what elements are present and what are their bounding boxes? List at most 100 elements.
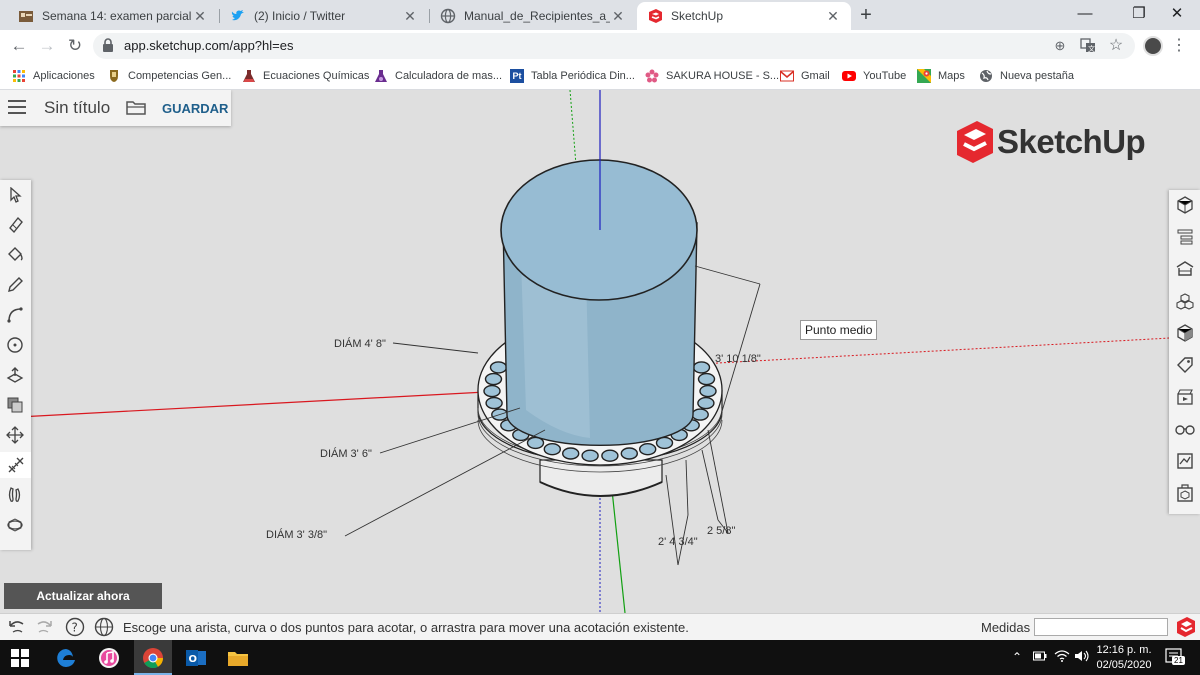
components-icon[interactable] [1174,258,1195,279]
outlook-icon[interactable]: O [184,646,208,670]
window-close-icon[interactable]: ✕ [1154,0,1200,30]
dimension-label-diam-mid[interactable]: DIÁM 3' 6" [320,448,372,460]
bookmark-tabla-periodica[interactable]: Pt Tabla Periódica Din... [510,67,635,85]
battery-icon[interactable] [1033,650,1047,664]
bolt-hole [699,384,717,398]
tab-sketchup[interactable]: SketchUp ✕ [637,2,851,30]
bookmark-aplicaciones[interactable]: Aplicaciones [12,67,95,85]
offset-tool-icon[interactable] [4,394,26,416]
measurements-input[interactable] [1034,618,1168,636]
folder-icon[interactable] [126,99,146,115]
close-icon[interactable]: ✕ [825,8,841,25]
course-icon [18,8,34,24]
dimension-label-flange-b[interactable]: 2 5/8" [707,525,735,537]
entity-info-icon[interactable] [1174,194,1195,215]
clock-time: 12:16 p. m. [1096,644,1152,656]
eraser-tool-icon[interactable] [4,214,26,236]
bolt-hole [483,384,501,398]
save-button[interactable]: GUARDAR [162,101,228,116]
tab-semana14[interactable]: Semana 14: examen parcial 2 – Pr ✕ [8,2,218,30]
windows-start-icon[interactable] [8,646,32,670]
dimension-label-flange-a[interactable]: 2' 4 3/4" [658,536,698,548]
file-explorer-icon[interactable] [226,646,250,670]
bolt-hole [485,396,503,410]
itunes-icon[interactable] [97,646,121,670]
update-now-button[interactable]: Actualizar ahora [4,583,162,609]
close-icon[interactable]: ✕ [610,8,626,25]
minimize-icon[interactable]: — [1062,0,1108,30]
status-bar: ? Escoge una arista, curva o dos puntos … [0,613,1200,640]
select-tool-icon[interactable] [4,184,26,206]
solid-inspector-icon[interactable] [1174,482,1195,503]
edge-icon[interactable] [54,646,78,670]
tab-title: Semana 14: examen parcial 2 – Pr [42,9,192,23]
close-icon[interactable]: ✕ [192,8,208,25]
arc-tool-icon[interactable] [4,304,26,326]
circle-tool-icon[interactable] [4,334,26,356]
orbit-tool-icon[interactable] [4,514,26,536]
undo-icon[interactable] [6,617,26,637]
bolt-hole [692,361,711,374]
volume-icon[interactable] [1074,650,1090,665]
dimension-label-height[interactable]: 3' 10 1/8" [715,353,761,365]
language-globe-icon[interactable] [94,617,114,637]
notification-count-badge: 21 [1172,656,1185,665]
pencil-tool-icon[interactable] [4,274,26,296]
svg-text:文: 文 [1088,44,1095,53]
move-tool-icon[interactable] [4,424,26,446]
bookmark-maps[interactable]: Maps [917,67,965,85]
document-title[interactable]: Sin título [44,98,110,118]
bookmark-ecuaciones[interactable]: Ecuaciones Químicas [242,67,369,85]
dimension-label-diam-bottom[interactable]: DIÁM 3' 3/8" [266,529,327,541]
bookmark-calculadora[interactable]: Calculadora de mas... [374,67,502,85]
sketchup-viewport[interactable]: DIÁM 4' 8" DIÁM 3' 6" DIÁM 3' 3/8" 3' 10… [0,90,1200,613]
hamburger-menu-icon[interactable] [8,100,26,116]
scenes-icon[interactable] [1174,386,1195,407]
wifi-icon[interactable] [1054,650,1070,665]
bookmark-gmail[interactable]: Gmail [780,67,830,85]
bookmark-competencias[interactable]: Competencias Gen... [107,67,231,85]
reload-icon[interactable]: ↻ [64,35,86,57]
redo-icon[interactable] [35,617,55,637]
browser-tab-strip: Semana 14: examen parcial 2 – Pr ✕ (2) I… [0,0,1200,30]
system-clock[interactable]: 12:16 p. m. 02/05/2020 [1093,643,1155,673]
push-pull-icon[interactable] [4,364,26,386]
dimension-label-diam-top[interactable]: DIÁM 4' 8" [334,338,386,350]
forward-icon[interactable]: → [36,35,58,57]
paint-bucket-icon[interactable] [4,244,26,266]
dimension-tool-icon[interactable] [0,452,31,478]
tags-icon[interactable] [1174,354,1195,375]
bookmark-label: Nueva pestaña [1000,70,1074,82]
tab-twitter[interactable]: (2) Inicio / Twitter ✕ [220,2,428,30]
brand-wordmark: SketchUp [997,123,1146,160]
outliner-icon[interactable] [1174,226,1195,247]
bookmark-youtube[interactable]: YouTube [842,67,906,85]
notification-center-icon[interactable]: 21 [1165,648,1185,666]
new-tab-button[interactable]: + [855,4,877,26]
styles-icon[interactable] [1174,322,1195,343]
back-icon[interactable]: ← [8,35,30,57]
bolt-hole [601,449,619,462]
materials-icon[interactable] [1174,290,1195,311]
bolt-hole [697,396,715,410]
status-hint-text: Escoge una arista, curva o dos puntos pa… [123,620,689,635]
display-icon[interactable] [1174,418,1195,439]
bookmark-sakura[interactable]: SAKURA HOUSE - S... [645,67,779,85]
address-bar[interactable]: app.sketchup.com/app?hl=es ⊕ 文 ☆ [93,33,1135,59]
url-text: app.sketchup.com/app?hl=es [124,38,294,53]
chrome-icon[interactable] [141,646,165,670]
add-icon[interactable]: ⊕ [1051,37,1069,55]
bookmark-nueva-pestana[interactable]: Nueva pestaña [979,67,1074,85]
tab-manual[interactable]: Manual_de_Recipientes_a_Presion ✕ [430,2,636,30]
close-icon[interactable]: ✕ [402,8,418,25]
help-icon[interactable]: ? [65,617,85,637]
star-icon[interactable]: ☆ [1107,37,1125,55]
chevron-up-icon[interactable]: ⌃ [1012,650,1022,664]
instructor-icon[interactable] [1174,450,1195,471]
kebab-menu-icon[interactable]: ⋮ [1170,36,1188,56]
bookmark-label: Gmail [801,70,830,82]
profile-avatar[interactable] [1143,36,1163,56]
walk-tool-icon[interactable] [4,484,26,506]
model-scene[interactable] [0,90,1200,613]
translate-icon[interactable]: 文 [1079,37,1097,55]
